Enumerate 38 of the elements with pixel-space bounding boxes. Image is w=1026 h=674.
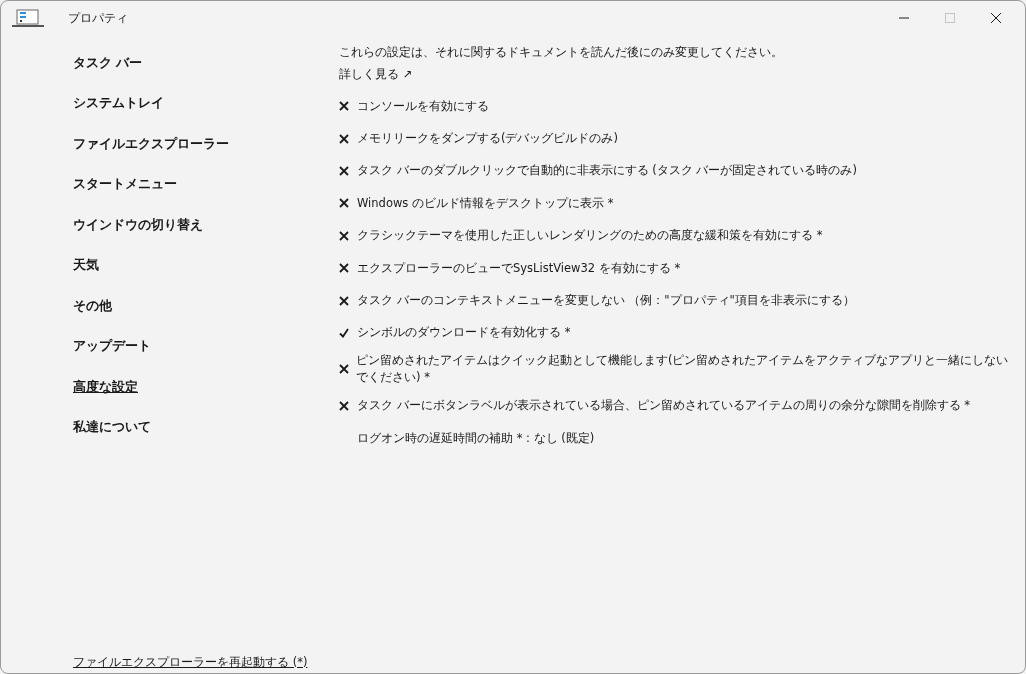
cross-icon[interactable] bbox=[339, 263, 349, 274]
warning-text: これらの設定は、それに関するドキュメントを読んだ後にのみ変更してください。 bbox=[339, 44, 784, 61]
option-label[interactable]: クラシックテーマを使用した正しいレンダリングのための高度な緩和策を有効にする * bbox=[357, 227, 823, 245]
sidebar-item[interactable]: ファイルエクスプローラー bbox=[73, 118, 229, 159]
restart-explorer-link[interactable]: ファイルエクスプローラーを再起動する (*) bbox=[73, 655, 308, 669]
cross-icon[interactable] bbox=[339, 230, 349, 241]
cross-icon[interactable] bbox=[339, 400, 349, 411]
option-label[interactable]: ピン留めされたアイテムはクイック起動として機能します(ピン留めされたアイテムをアクティブなアプリと一緒にしないでください) * bbox=[356, 352, 1009, 387]
option-label[interactable]: メモリリークをダンプする(デバッグビルドのみ) bbox=[357, 129, 618, 148]
option-label[interactable]: コンソールを有効にする bbox=[357, 97, 489, 115]
window-title: プロパティ bbox=[68, 10, 128, 27]
option-label[interactable]: Windows のビルド情報をデスクトップに表示 * bbox=[357, 194, 614, 212]
sidebar-item[interactable]: システムトレイ bbox=[73, 77, 164, 118]
option-label[interactable]: シンボルのダウンロードを有効化する * bbox=[357, 324, 571, 342]
option-label[interactable]: タスク バーのダブルクリックで自動的に非表示にする (タスク バーが固定されている時のみ) bbox=[357, 162, 857, 180]
cross-icon[interactable] bbox=[339, 295, 349, 306]
sidebar-item[interactable]: スタートメニュー bbox=[73, 158, 177, 199]
cross-icon[interactable] bbox=[339, 198, 349, 209]
app-icon bbox=[12, 9, 44, 27]
cross-icon[interactable] bbox=[339, 101, 349, 112]
close-icon bbox=[990, 12, 1002, 24]
sidebar-item[interactable]: 天気 bbox=[73, 239, 99, 280]
cross-icon[interactable] bbox=[339, 364, 349, 375]
sidebar-item[interactable]: アップデート bbox=[73, 320, 151, 361]
setting-dropdown[interactable]: ログオン時の遅延時間の補助 * : なし (既定) bbox=[357, 429, 595, 447]
sidebar-item[interactable]: タスク バー bbox=[73, 37, 143, 78]
cross-icon[interactable] bbox=[339, 165, 349, 176]
learn-more-link[interactable]: 詳しく見る ↗ bbox=[339, 67, 413, 81]
check-icon[interactable] bbox=[339, 327, 349, 338]
sidebar-item[interactable]: その他 bbox=[73, 280, 112, 321]
option-label[interactable]: エクスプローラーのビューでSysListView32 を有効にする * bbox=[357, 259, 681, 277]
option-label[interactable]: タスク バーにボタンラベルが表示されている場合、ピン留めされているアイテムの周りの余分な隙間を削除する * bbox=[357, 397, 971, 415]
option-label[interactable]: タスク バーのコンテキストメニューを変更しない （例："プロパティ"項目を非表示にする） bbox=[357, 291, 855, 310]
sidebar-item[interactable]: 私達について bbox=[73, 401, 151, 442]
sidebar-item[interactable]: ウインドウの切り替え bbox=[73, 199, 203, 240]
sidebar-item[interactable]: 高度な設定 bbox=[73, 361, 138, 402]
maximize-icon bbox=[944, 12, 956, 24]
cross-icon[interactable] bbox=[339, 133, 349, 144]
